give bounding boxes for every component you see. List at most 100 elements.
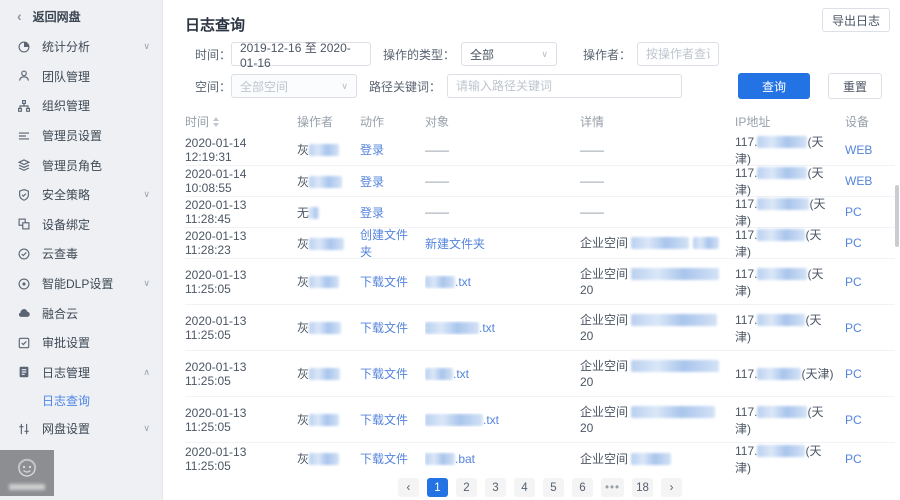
sidebar-item-label: 设备绑定 [42,216,150,233]
cell-ip: 117.(天津) [735,133,845,167]
shield-icon [17,188,31,202]
date-range-input[interactable]: 2019-12-16 至 2020-01-16 [231,42,371,66]
cell-ip: 117.(天津) [735,265,845,299]
back-to-netdisk[interactable]: ‹ 返回网盘 [0,0,162,32]
redacted-text [631,453,671,465]
admin-list-icon [17,129,31,143]
redacted-text [309,322,341,334]
column-header: 详情 [580,113,735,130]
column-header: 操作者 [297,113,360,130]
cell-action-link[interactable]: 登录 [360,204,425,221]
back-chevron-icon: ‹ [17,9,22,23]
sidebar-item-cloud-antivirus[interactable]: 云查毒 [0,239,162,269]
redacted-text [309,207,319,219]
sidebar-item-label: 融合云 [42,305,150,322]
sidebar-item-device-binding[interactable]: 设备绑定 [0,210,162,240]
pagination-ellipsis[interactable]: ••• [601,478,624,497]
cell-object[interactable]: .txt [425,321,580,335]
cell-object[interactable]: .txt [425,367,580,381]
sidebar-subitem-log-query[interactable]: 日志查询 [0,387,162,414]
org-tree-icon [17,99,31,113]
sidebar-item-smart-dlp[interactable]: 智能DLP设置∨ [0,269,162,299]
cell-operator: 灰 [297,273,360,290]
column-header: 动作 [360,113,425,130]
cell-object[interactable]: 新建文件夹 [425,235,580,252]
redacted-text [309,368,340,380]
cell-time: 2020-01-13 11:25:05 [185,268,297,296]
pagination-page-18[interactable]: 18 [632,478,653,497]
redacted-text [631,406,715,418]
cell-object[interactable]: .txt [425,413,580,427]
cell-action-link[interactable]: 下载文件 [360,273,425,290]
pagination-page-3[interactable]: 3 [485,478,506,497]
face-icon [14,456,40,482]
sidebar-item-label: 审批设置 [42,334,150,351]
sidebar-item-fusion-cloud[interactable]: 融合云 [0,298,162,328]
cell-object: —— [425,174,580,188]
sidebar-item-label: 管理员角色 [42,157,150,174]
sidebar-item-org-management[interactable]: 组织管理 [0,91,162,121]
vertical-scrollbar-thumb[interactable] [895,185,899,247]
chevron-down-icon: ∨ [541,49,548,60]
cell-detail: —— [580,173,735,189]
sidebar-item-team-management[interactable]: 团队管理 [0,62,162,92]
redacted-text [309,276,339,288]
watermark-avatar [0,450,54,496]
cell-device: PC [845,275,895,289]
cell-detail: 企业空间 20 [580,312,735,344]
operation-type-select[interactable]: 全部 ∨ [461,42,557,66]
cell-operator: 灰 [297,141,360,158]
column-header[interactable]: 时间 [185,113,297,130]
cell-action-link[interactable]: 创建文件夹 [360,226,425,260]
chevron-up-icon: ∧ [143,367,150,378]
query-button[interactable]: 查询 [738,73,810,99]
path-keyword-input[interactable] [456,79,673,93]
cell-object[interactable]: .bat [425,452,580,466]
sidebar-item-label: 统计分析 [42,38,143,55]
cell-detail: 企业空间 [580,235,735,251]
sort-icon[interactable] [213,117,219,127]
cell-action-link[interactable]: 登录 [360,141,425,158]
cell-action-link[interactable]: 下载文件 [360,411,425,428]
sidebar-item-security-policy[interactable]: 安全策略∨ [0,180,162,210]
cell-ip: 117.(天津) [735,403,845,437]
cell-action-link[interactable]: 下载文件 [360,450,425,467]
reset-button[interactable]: 重置 [828,73,882,99]
redacted-text [425,368,453,380]
sidebar-item-admin-roles[interactable]: 管理员角色 [0,150,162,180]
operation-type-label: 操作的类型： [371,46,455,63]
sidebar-item-admin-settings[interactable]: 管理员设置 [0,121,162,151]
chevron-down-icon: ∨ [143,189,150,200]
space-select[interactable]: 全部空间 ∨ [231,74,357,98]
cell-device: PC [845,205,895,219]
table-row: 2020-01-13 11:25:05灰下载文件.bat企业空间 117.(天津… [185,442,895,474]
pagination-page-4[interactable]: 4 [514,478,535,497]
export-log-button[interactable]: 导出日志 [822,8,890,32]
sidebar-item-netdisk-settings[interactable]: 网盘设置∨ [0,414,162,444]
sidebar-item-log-management[interactable]: 日志管理∧ [0,358,162,388]
table-row: 2020-01-13 11:28:23灰创建文件夹新建文件夹企业空间 117.(… [185,227,895,258]
sidebar-item-label: 云查毒 [42,245,150,262]
check-circle-icon [17,247,31,261]
pagination-page-1[interactable]: 1 [427,478,448,497]
sidebar-item-approval-settings[interactable]: 审批设置 [0,328,162,358]
cell-time: 2020-01-13 11:28:23 [185,229,297,257]
pagination-next-button[interactable]: › [661,478,682,497]
cell-operator: 无 [297,204,360,221]
cell-action-link[interactable]: 下载文件 [360,365,425,382]
operator-input[interactable] [646,47,710,61]
cell-operator: 灰 [297,365,360,382]
cell-object[interactable]: .txt [425,275,580,289]
pagination-page-6[interactable]: 6 [572,478,593,497]
sidebar-item-stats-analysis[interactable]: 统计分析∨ [0,32,162,62]
table-row: 2020-01-14 12:19:31灰登录————117.(天津)WEB [185,134,895,165]
cell-action-link[interactable]: 下载文件 [360,319,425,336]
table-row: 2020-01-13 11:25:05灰下载文件.txt企业空间 20117.(… [185,350,895,396]
pie-chart-icon [17,40,31,54]
redacted-text [309,414,339,426]
pagination-page-5[interactable]: 5 [543,478,564,497]
cell-action-link[interactable]: 登录 [360,173,425,190]
pagination-page-2[interactable]: 2 [456,478,477,497]
cell-operator: 灰 [297,173,360,190]
pagination-prev-button[interactable]: ‹ [398,478,419,497]
